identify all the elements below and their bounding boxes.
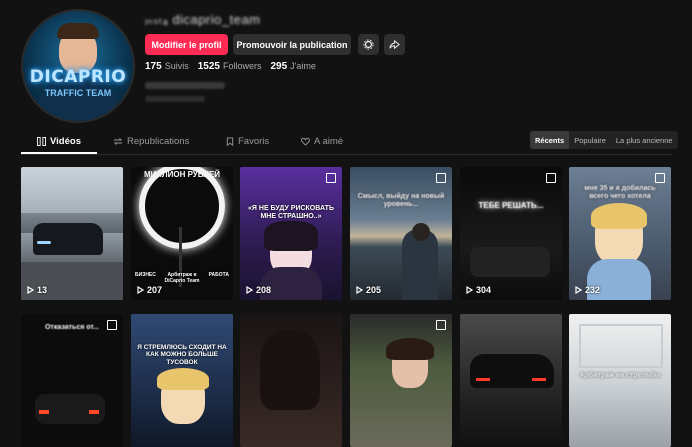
sort-popular[interactable]: Populaire	[569, 131, 611, 149]
profile-avatar[interactable]: DICAPRIO TRAFFIC TEAM	[21, 9, 135, 123]
play-icon	[246, 286, 253, 294]
play-icon	[27, 286, 34, 294]
tab-liked[interactable]: A aimé	[301, 136, 343, 147]
play-icon	[356, 286, 363, 294]
video-caption: «Я НЕ БУДУ РИСКОВАТЬ МНЕ СТРАШНО..»	[248, 205, 334, 221]
video-card[interactable]: Я СТРЕМЛЮСЬ СХОДИТ НА КАК МОЖНО БОЛЬШЕ Т…	[131, 314, 233, 447]
video-caption: Смысл, выйду на новый уровень...	[357, 193, 445, 209]
video-sub-caption-right: РАБОТА	[208, 272, 229, 278]
tab-reposts[interactable]: Republications	[113, 136, 189, 147]
likes-label: J'aime	[290, 61, 316, 71]
sort-oldest[interactable]: La plus ancienne	[611, 131, 678, 149]
multi-photo-icon	[655, 173, 665, 183]
video-card[interactable]: Смысл, выйду на новый уровень... 205	[350, 167, 452, 300]
likes-count: 295	[270, 61, 288, 72]
video-card[interactable]: Арбитраж на стрельбы	[569, 314, 671, 447]
video-views: 208	[246, 285, 271, 295]
video-card[interactable]: МИЛЛИОН РУБЛЕЙ БИЗНЕС Арбитраж в DiCapri…	[131, 167, 233, 300]
video-card[interactable]: Отказаться от...	[21, 314, 123, 447]
profile-bio-line	[145, 82, 225, 89]
play-icon	[575, 286, 582, 294]
following-label: Suivis	[164, 61, 189, 71]
followers-label: Followers	[222, 61, 262, 71]
share-button[interactable]	[384, 34, 405, 55]
grid-icon	[37, 137, 46, 146]
multi-photo-icon	[546, 173, 556, 183]
followers-count: 1525	[197, 61, 220, 72]
sort-recent[interactable]: Récents	[530, 131, 570, 149]
share-icon	[389, 39, 400, 50]
tab-videos-label: Vidéos	[50, 136, 81, 147]
video-card[interactable]	[350, 314, 452, 447]
play-icon	[466, 286, 473, 294]
settings-button[interactable]	[358, 34, 379, 55]
tab-liked-label: A aimé	[314, 136, 344, 147]
avatar-logo-text: DICAPRIO	[29, 67, 127, 87]
video-card[interactable]: мне 35 и я добилась всего чего хотела 23…	[569, 167, 671, 300]
video-views: 304	[466, 285, 491, 295]
active-tab-indicator	[21, 152, 97, 154]
heart-icon	[301, 137, 310, 146]
promote-post-button[interactable]: Promouvoir la publication	[233, 34, 351, 55]
avatar-logo-subtext: TRAFFIC TEAM	[44, 88, 112, 98]
followers-stat[interactable]: 1525 Followers	[198, 61, 262, 72]
video-caption: ТЕБЕ РЕШАТЬ...	[478, 201, 544, 210]
tab-favorites-label: Favoris	[238, 136, 270, 147]
tab-reposts-label: Republications	[127, 136, 190, 147]
video-views: 232	[575, 285, 600, 295]
profile-bio-line-2	[145, 96, 205, 102]
video-caption: Арбитраж на стрельбы	[579, 372, 661, 379]
edit-profile-button[interactable]: Modifier le profil	[145, 34, 228, 55]
video-card[interactable]	[240, 314, 342, 447]
video-sub-caption-left: БИЗНЕС	[135, 272, 156, 278]
video-caption: мне 35 и я добилась всего чего хотела	[584, 185, 656, 201]
profile-username: ᵢₙₛₜₐ dicaprio_team	[145, 12, 261, 27]
video-views: 13	[27, 285, 47, 295]
multi-photo-icon	[326, 173, 336, 183]
video-sub-caption-mid: Арбитраж в DiCaprio Team	[164, 272, 200, 284]
video-card[interactable]: 13	[21, 167, 123, 300]
play-icon	[137, 286, 144, 294]
tab-videos[interactable]: Vidéos	[37, 136, 81, 147]
following-count: 175	[145, 61, 162, 72]
multi-photo-icon	[436, 320, 446, 330]
video-card[interactable]	[460, 314, 562, 447]
tab-favorites[interactable]: Favoris	[226, 136, 269, 147]
video-views: 205	[356, 285, 381, 295]
video-caption: Я СТРЕМЛЮСЬ СХОДИТ НА КАК МОЖНО БОЛЬШЕ Т…	[137, 344, 227, 366]
gear-icon	[363, 39, 374, 50]
multi-photo-icon	[436, 173, 446, 183]
following-stat[interactable]: 175 Suivis	[145, 61, 189, 72]
repost-icon	[113, 138, 123, 145]
avatar-hair	[57, 23, 99, 39]
sort-toggle: Récents Populaire La plus ancienne	[530, 131, 678, 149]
video-views: 207	[137, 285, 162, 295]
profile-stats: 175 Suivis 1525 Followers 295 J'aime	[145, 61, 316, 72]
video-caption: Отказаться от...	[44, 324, 100, 331]
bookmark-icon	[226, 137, 234, 146]
video-card[interactable]: ТЕБЕ РЕШАТЬ... 304	[460, 167, 562, 300]
likes-stat: 295 J'aime	[270, 61, 315, 72]
video-card[interactable]: «Я НЕ БУДУ РИСКОВАТЬ МНЕ СТРАШНО..» 208	[240, 167, 342, 300]
